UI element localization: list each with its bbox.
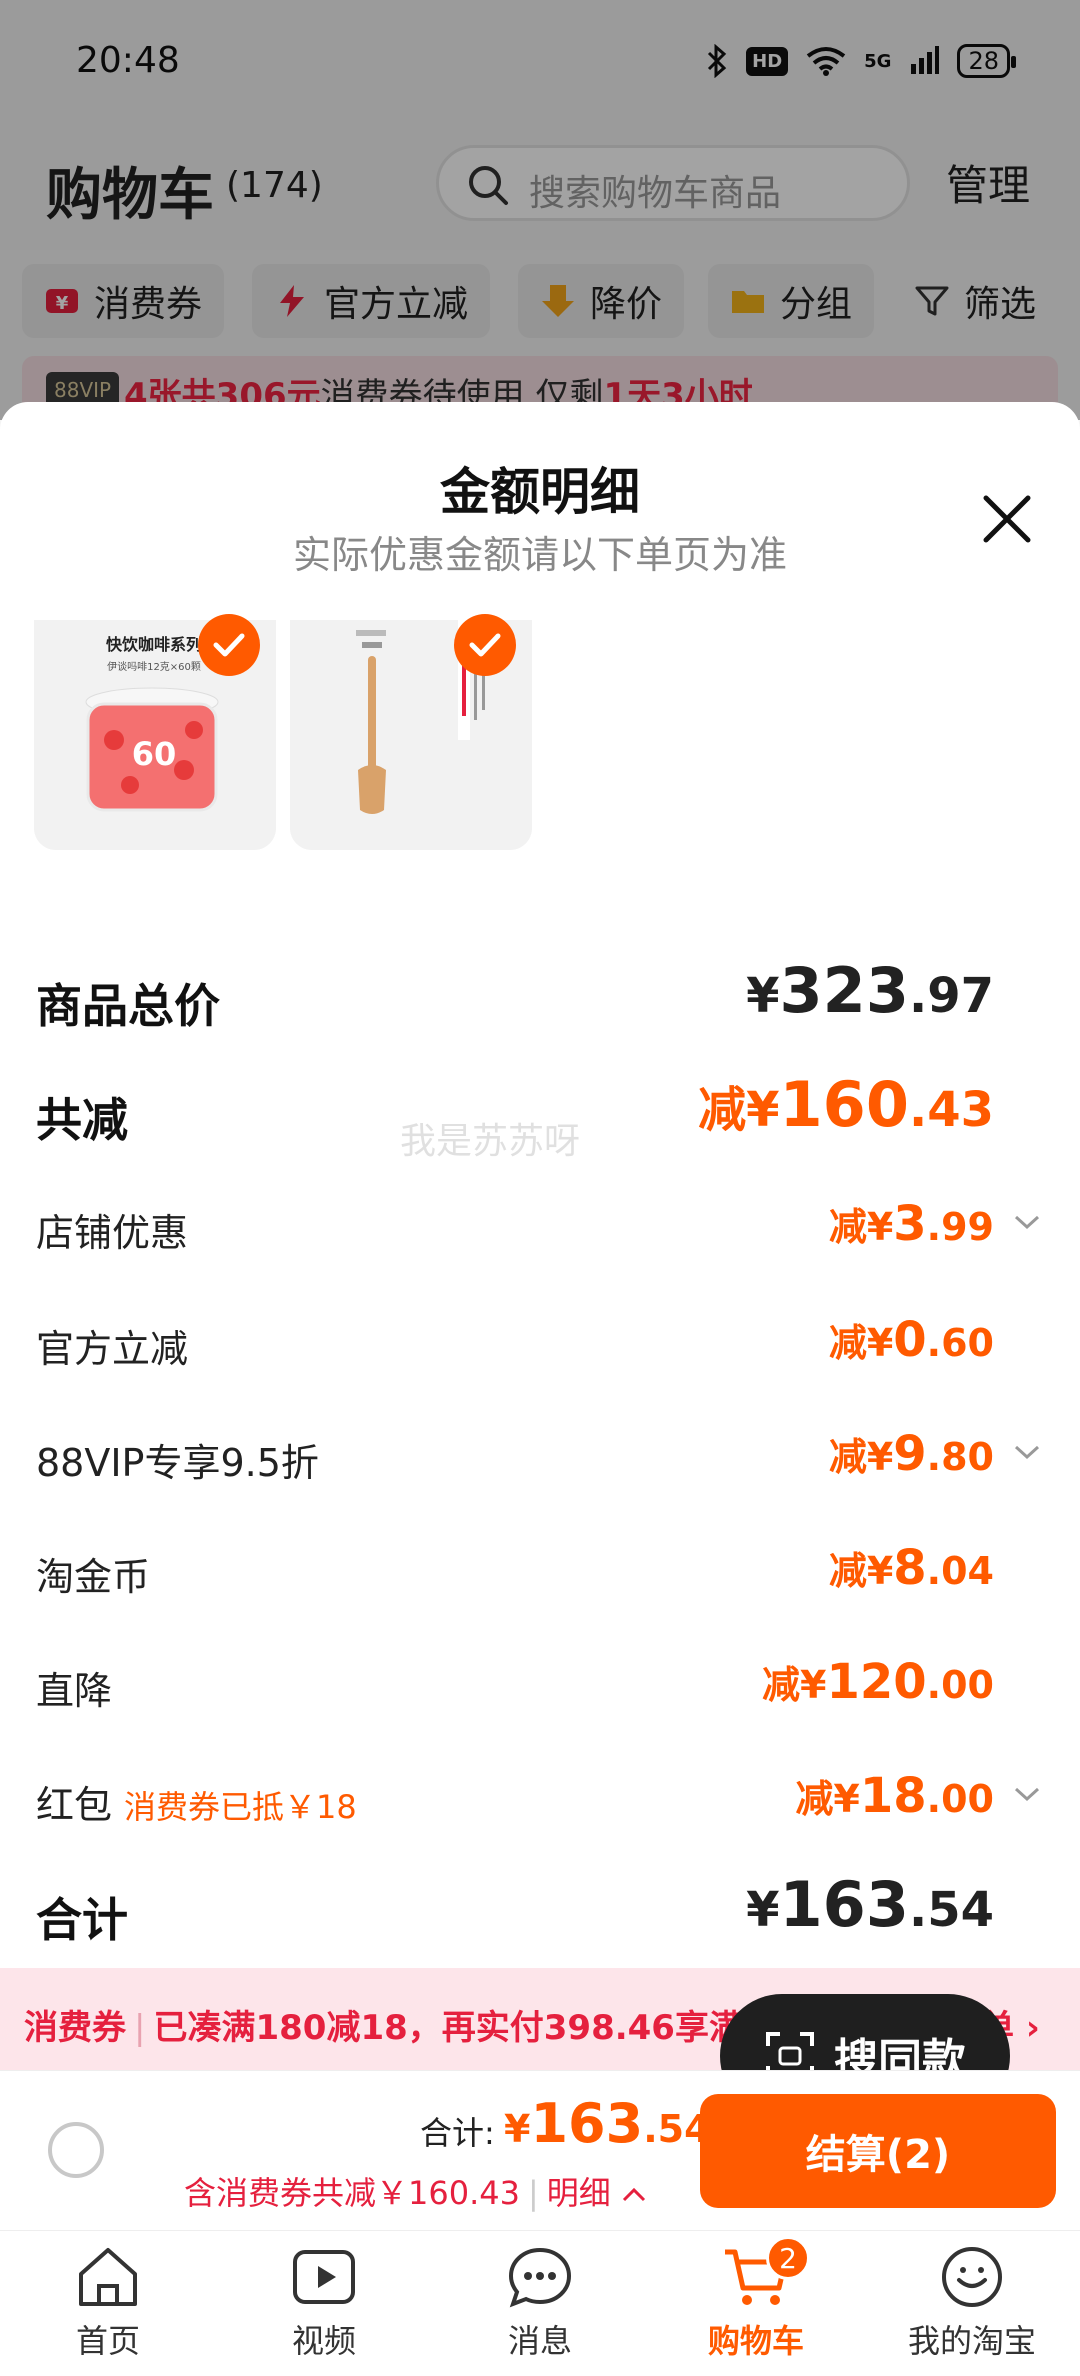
discount-summary[interactable]: 含消费券共减￥160.43 | 明细 bbox=[184, 2168, 647, 2214]
row-label-red-packet: 红包 消费券已抵￥18 bbox=[36, 1783, 357, 1827]
row-value-shop-discount[interactable]: 减¥3.99 bbox=[829, 1196, 994, 1252]
row-value-red-packet[interactable]: 减¥18.00 bbox=[795, 1768, 994, 1824]
svg-text:60: 60 bbox=[132, 735, 177, 773]
row-value-total: ¥163.54 bbox=[746, 1868, 994, 1941]
tab-messages[interactable]: 消息 bbox=[432, 2242, 648, 2362]
total-label: 合计: bbox=[420, 2114, 495, 2152]
row-label-shop-discount: 店铺优惠 bbox=[36, 1211, 189, 1255]
tab-home[interactable]: 首页 bbox=[0, 2242, 216, 2362]
amount-detail-sheet: 金额明细 实际优惠金额请以下单页为准 快饮咖啡系列 伊谈吗啡12克×60颗 60 bbox=[0, 402, 1080, 2042]
svg-text:伊谈吗啡12克×60颗: 伊谈吗啡12克×60颗 bbox=[107, 660, 201, 673]
chevron-down-icon[interactable] bbox=[1012, 1442, 1042, 1462]
sheet-subtitle: 实际优惠金额请以下单页为准 bbox=[292, 533, 787, 577]
message-icon bbox=[508, 2247, 572, 2308]
select-all-checkbox[interactable] bbox=[48, 2122, 104, 2178]
profile-icon bbox=[942, 2247, 1002, 2307]
home-icon bbox=[79, 2248, 137, 2306]
row-label-total-discount: 共减 bbox=[36, 1093, 128, 1147]
sheet-title: 金额明细 bbox=[440, 463, 640, 521]
tab-cart[interactable]: 2 购物车 bbox=[648, 2236, 864, 2362]
svg-text:快饮咖啡系列: 快饮咖啡系列 bbox=[106, 635, 202, 654]
row-label-direct-drop: 直降 bbox=[36, 1669, 113, 1713]
row-value-total-discount: 减¥160.43 bbox=[698, 1068, 994, 1141]
row-label-subtotal: 商品总价 bbox=[36, 979, 220, 1033]
tab-video[interactable]: 视频 bbox=[216, 2242, 432, 2362]
chevron-down-icon[interactable] bbox=[1012, 1784, 1042, 1804]
watermark: 我是苏苏呀 bbox=[400, 1121, 581, 1162]
checkout-button[interactable]: 结算(2) bbox=[700, 2094, 1056, 2208]
total-value: ¥163.54 bbox=[504, 2092, 711, 2155]
promo-text: 消费券 | 已凑满180减18，再实付398.46享满58 bbox=[24, 2008, 791, 2048]
selected-check-icon[interactable] bbox=[454, 614, 516, 676]
red-packet-note: 消费券已抵￥18 bbox=[124, 1788, 357, 1826]
selected-check-icon[interactable] bbox=[198, 614, 260, 676]
row-value-taojinbi: 减¥8.04 bbox=[828, 1540, 994, 1596]
dim-overlay[interactable] bbox=[0, 0, 1080, 420]
chevron-up-icon bbox=[622, 2187, 646, 2202]
row-value-subtotal: ¥323.97 bbox=[746, 954, 994, 1027]
row-value-official-discount: 减¥0.60 bbox=[828, 1312, 994, 1368]
chevron-down-icon[interactable] bbox=[1012, 1212, 1042, 1232]
row-value-vip-discount[interactable]: 减¥9.80 bbox=[829, 1426, 994, 1482]
row-label-vip-discount: 88VIP专享9.5折 bbox=[36, 1441, 319, 1485]
row-label-taojinbi: 淘金币 bbox=[36, 1555, 151, 1599]
row-label-total: 合计 bbox=[36, 1893, 128, 1947]
video-icon bbox=[293, 2250, 355, 2304]
tab-profile[interactable]: 我的淘宝 bbox=[864, 2242, 1080, 2362]
cart-badge: 2 bbox=[766, 2236, 810, 2280]
row-label-official-discount: 官方立减 bbox=[36, 1327, 189, 1371]
row-value-direct-drop: 减¥120.00 bbox=[762, 1654, 994, 1710]
close-icon[interactable] bbox=[972, 484, 1042, 554]
